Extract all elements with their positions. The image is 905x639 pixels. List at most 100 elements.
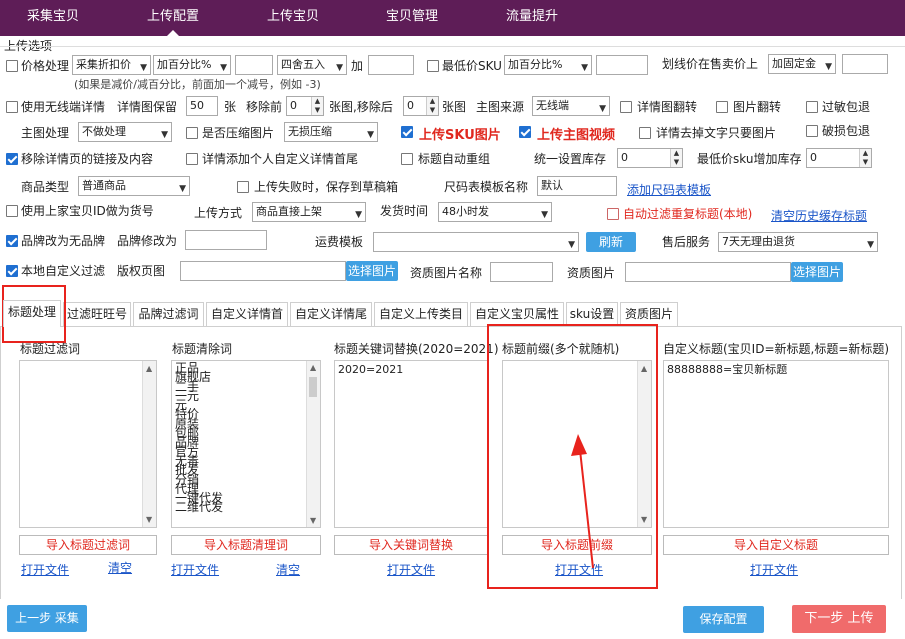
qualification-name-label: 资质图片名称 bbox=[410, 266, 483, 280]
title-clear-textarea[interactable]: 正品 旗舰店 二手 一元元特价 原装 包邮 品牌 官方 无毒 批发 分销 代理 一键代发 二维代发 ▲ ▼ bbox=[171, 360, 321, 528]
zhang-tu-label: 张图 bbox=[442, 100, 467, 114]
price-process-label: 价格处理 bbox=[21, 59, 70, 73]
next-step-button[interactable]: 下一步 上传 bbox=[792, 605, 886, 633]
compress-checkbox[interactable] bbox=[186, 127, 198, 139]
wireless-detail-checkbox[interactable] bbox=[6, 101, 18, 113]
after-sale-select[interactable]: 7天无理由退货 ▼ bbox=[718, 232, 878, 252]
local-filter-label: 本地自定义过滤 bbox=[21, 264, 106, 278]
main-process-select[interactable]: 不做处理 ▼ bbox=[78, 122, 172, 142]
item-type-select[interactable]: 普通商品 ▼ bbox=[78, 176, 190, 196]
upload-method-select[interactable]: 商品直接上架 ▼ bbox=[252, 202, 366, 222]
tab-custom-attributes[interactable]: 自定义宝贝属性 bbox=[470, 302, 564, 326]
qualification-image-input[interactable] bbox=[625, 262, 791, 282]
unify-stock-stepper[interactable]: 0 ▲ ▼ bbox=[617, 148, 683, 168]
nav-tab-collect[interactable]: 采集宝贝 bbox=[8, 0, 98, 36]
auto-regroup-checkbox[interactable] bbox=[401, 153, 413, 165]
remove-back-label: 张图,移除后 bbox=[329, 100, 393, 114]
add-label: 加 bbox=[351, 59, 364, 73]
nav-tab-upload-items[interactable]: 上传宝贝 bbox=[248, 0, 338, 36]
col1-clear-link[interactable]: 清空 bbox=[108, 559, 132, 576]
ship-time-select[interactable]: 48小时发 ▼ bbox=[438, 202, 552, 222]
min-sku-value-input[interactable] bbox=[596, 55, 648, 75]
remove-front-stepper[interactable]: 0 ▲ ▼ bbox=[286, 96, 324, 116]
main-source-label: 主图来源 bbox=[476, 100, 525, 114]
freight-label: 运费模板 bbox=[315, 235, 364, 249]
add-size-template-link[interactable]: 添加尺码表模板 bbox=[627, 181, 711, 198]
tab-custom-category[interactable]: 自定义上传类目 bbox=[374, 302, 468, 326]
nav-tab-traffic[interactable]: 流量提升 bbox=[487, 0, 577, 36]
upload-sku-image-label: 上传SKU图片 bbox=[419, 128, 501, 143]
col3-open-file-link[interactable]: 打开文件 bbox=[387, 561, 435, 578]
upload-main-video-label: 上传主图视频 bbox=[537, 128, 616, 143]
nav-tab-item-manage[interactable]: 宝贝管理 bbox=[367, 0, 457, 36]
price-value-input[interactable] bbox=[235, 55, 273, 75]
flip-detail-checkbox[interactable] bbox=[620, 101, 632, 113]
copyright-input[interactable] bbox=[180, 261, 346, 281]
title-filter-textarea[interactable]: ▲ ▼ bbox=[19, 360, 157, 528]
min-sku-checkbox[interactable] bbox=[427, 60, 439, 72]
col1-open-file-link[interactable]: 打开文件 bbox=[21, 561, 69, 578]
import-custom-title-button[interactable]: 导入自定义标题 bbox=[663, 535, 889, 555]
brand-edit-label: 品牌修改为 bbox=[117, 234, 178, 248]
prev-step-button[interactable]: 上一步 采集 bbox=[7, 605, 87, 632]
auto-filter-dup-checkbox[interactable] bbox=[607, 208, 619, 220]
save-draft-checkbox[interactable] bbox=[237, 181, 249, 193]
save-config-button[interactable]: 保存配置 bbox=[683, 606, 764, 633]
strike-price-label: 划线价在售卖价上 bbox=[662, 57, 759, 71]
size-template-input[interactable]: 默认 bbox=[537, 176, 617, 196]
freight-select[interactable]: ▼ bbox=[373, 232, 579, 252]
tab-custom-detail-tail[interactable]: 自定义详情尾 bbox=[290, 302, 372, 326]
flip-image-checkbox[interactable] bbox=[716, 101, 728, 113]
refresh-button[interactable]: 刷新 bbox=[586, 232, 636, 252]
main-source-select[interactable]: 无线端 ▼ bbox=[532, 96, 610, 116]
rounding-select[interactable]: 四舍五入 ▼ bbox=[277, 55, 347, 75]
col5-lines: 88888888=宝贝新标题 bbox=[667, 364, 885, 375]
col2-open-file-link[interactable]: 打开文件 bbox=[171, 561, 219, 578]
tab-filter-wangwang[interactable]: 过滤旺旺号 bbox=[63, 302, 131, 326]
prev-id-checkbox[interactable] bbox=[6, 205, 18, 217]
remove-links-checkbox[interactable] bbox=[6, 153, 18, 165]
custom-first-tail-checkbox[interactable] bbox=[186, 153, 198, 165]
compress-select[interactable]: 无损压缩 ▼ bbox=[284, 122, 378, 142]
remove-back-stepper[interactable]: 0 ▲ ▼ bbox=[403, 96, 439, 116]
col2-clear-link[interactable]: 清空 bbox=[276, 561, 300, 578]
text-only-checkbox[interactable] bbox=[639, 127, 651, 139]
choose-qualification-image-button[interactable]: 选择图片 bbox=[791, 262, 843, 282]
strike-mode-select[interactable]: 加固定金 ▼ bbox=[768, 54, 836, 74]
brand-edit-input[interactable] bbox=[185, 230, 267, 250]
upload-main-video-checkbox[interactable] bbox=[519, 126, 531, 138]
allergy-return-checkbox[interactable] bbox=[806, 101, 818, 113]
tab-brand-filter[interactable]: 品牌过滤词 bbox=[133, 302, 204, 326]
keep-detail-input[interactable]: 50 bbox=[186, 96, 218, 116]
add-value-input[interactable] bbox=[368, 55, 414, 75]
price-mode-select[interactable]: 采集折扣价 ▼ bbox=[72, 55, 151, 75]
tab-qualification-images[interactable]: 资质图片 bbox=[620, 302, 678, 326]
item-type-label: 商品类型 bbox=[21, 180, 70, 194]
strike-value-input[interactable] bbox=[842, 54, 888, 74]
tab-sku-settings[interactable]: sku设置 bbox=[566, 302, 618, 326]
import-title-clear-button[interactable]: 导入标题清理词 bbox=[171, 535, 321, 555]
clear-cache-link[interactable]: 清空历史缓存标题 bbox=[771, 207, 867, 224]
price-process-checkbox[interactable] bbox=[6, 60, 18, 72]
qualification-name-input[interactable] bbox=[490, 262, 553, 282]
damage-return-checkbox[interactable] bbox=[806, 125, 818, 137]
tab-custom-detail-head[interactable]: 自定义详情首 bbox=[206, 302, 288, 326]
min-sku-stock-stepper[interactable]: 0 ▲ ▼ bbox=[806, 148, 872, 168]
import-title-filter-button[interactable]: 导入标题过滤词 bbox=[19, 535, 157, 555]
keyword-replace-textarea[interactable]: 2020=2021 bbox=[334, 360, 488, 528]
text-line: 2020=2021 bbox=[338, 363, 404, 376]
col5-open-file-link[interactable]: 打开文件 bbox=[750, 561, 798, 578]
price-op-select[interactable]: 加百分比% ▼ bbox=[153, 55, 231, 75]
text-line: 二维代发 bbox=[175, 500, 224, 515]
min-sku-op-select[interactable]: 加百分比% ▼ bbox=[504, 55, 592, 75]
local-filter-checkbox[interactable] bbox=[6, 265, 18, 277]
choose-copyright-image-button[interactable]: 选择图片 bbox=[346, 261, 398, 281]
tab-title-process[interactable]: 标题处理 bbox=[3, 300, 61, 327]
col1-title: 标题过滤词 bbox=[20, 342, 81, 356]
custom-title-textarea[interactable]: 88888888=宝贝新标题 bbox=[663, 360, 889, 528]
remove-front-label: 移除前 bbox=[246, 100, 283, 114]
brand-none-checkbox[interactable] bbox=[6, 235, 18, 247]
upload-sku-image-checkbox[interactable] bbox=[401, 126, 413, 138]
import-keyword-replace-button[interactable]: 导入关键词替换 bbox=[334, 535, 488, 555]
save-draft-label: 上传失败时，保存到草稿箱 bbox=[254, 180, 399, 194]
